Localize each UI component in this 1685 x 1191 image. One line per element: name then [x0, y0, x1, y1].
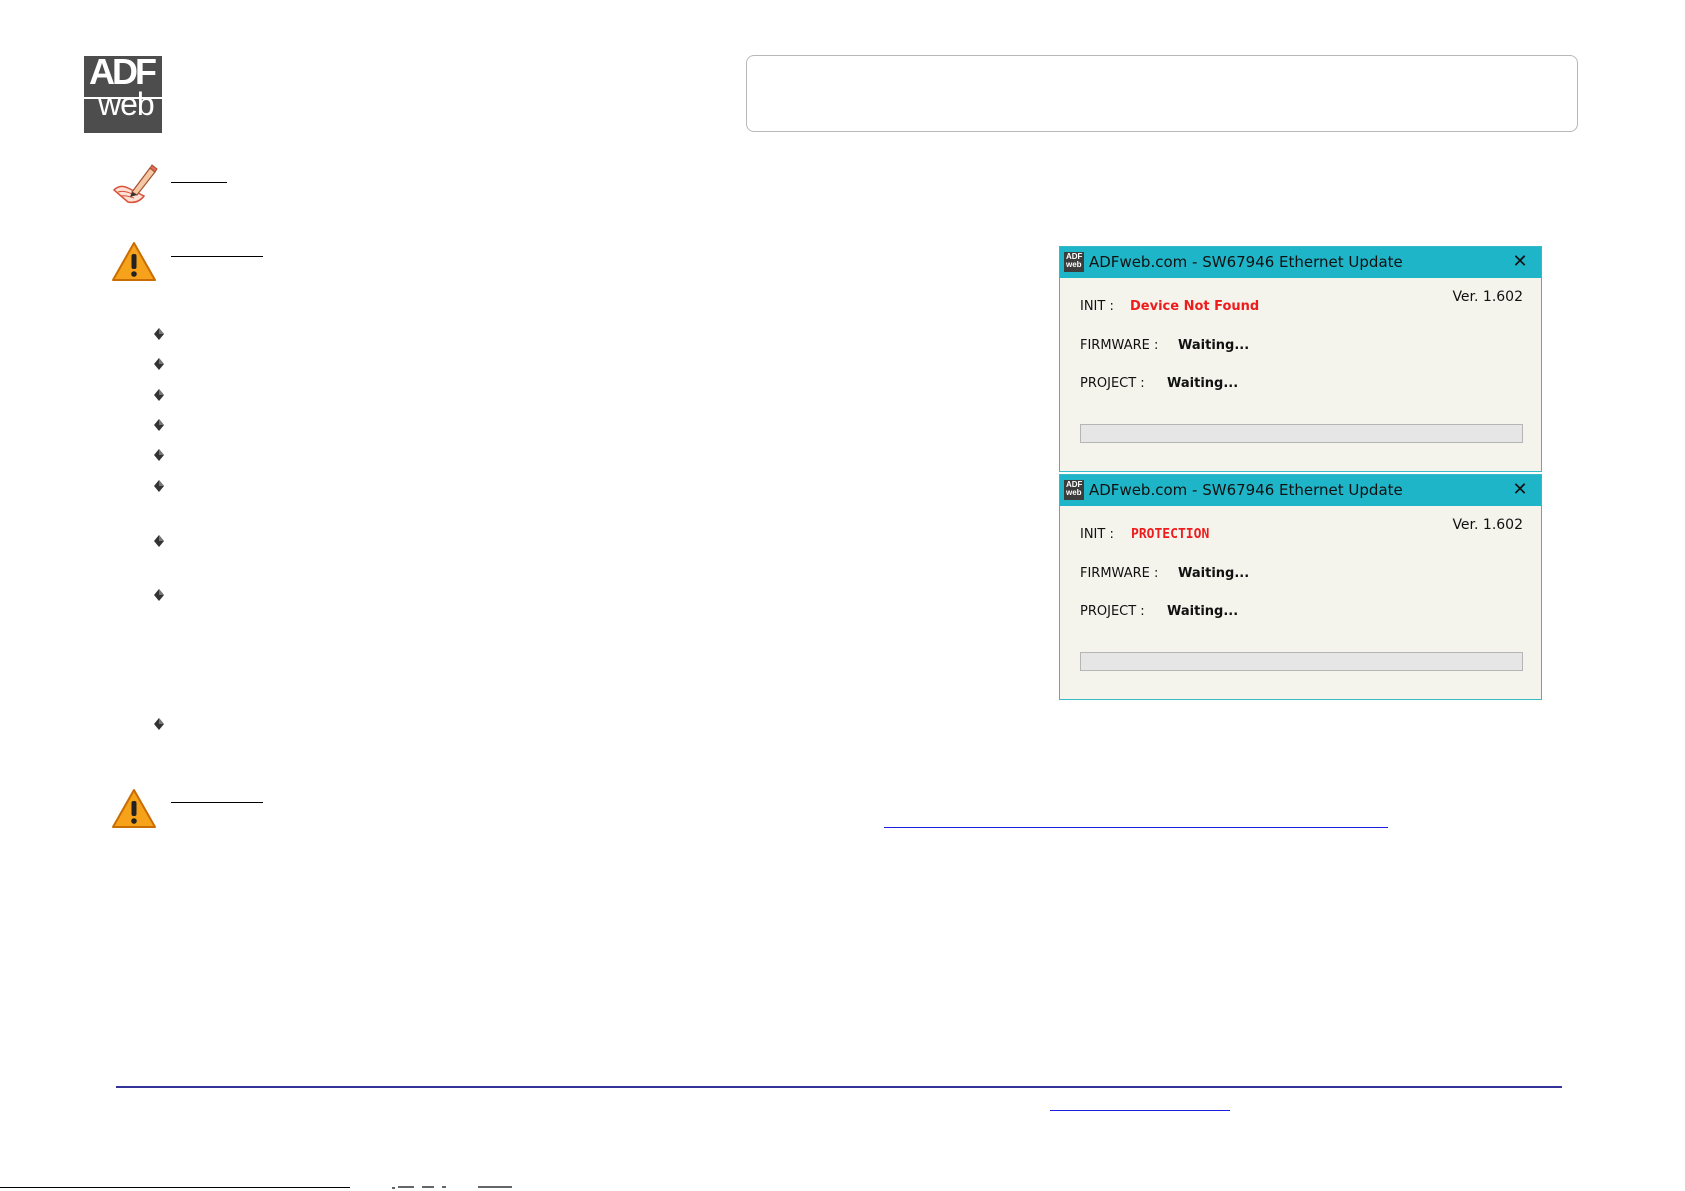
bottom-marks: [392, 1186, 512, 1189]
firmware-label: FIRMWARE :: [1080, 566, 1159, 581]
footer-rule: [116, 1086, 1562, 1088]
hyperlink-underline[interactable]: [884, 827, 1388, 828]
close-icon[interactable]: ✕: [1511, 481, 1529, 499]
dialog-titlebar: ADF web ADFweb.com - SW67946 Ethernet Up…: [1060, 475, 1541, 506]
logo-bottom-text: web: [98, 86, 155, 122]
diamond-bullet-icon: [154, 449, 164, 461]
note-heading-underline: [171, 182, 227, 183]
project-label: PROJECT :: [1080, 604, 1145, 619]
warning-heading-underline: [171, 802, 263, 803]
dialog-title: ADFweb.com - SW67946 Ethernet Update: [1089, 481, 1403, 499]
adfweb-app-icon: ADF web: [1064, 252, 1084, 272]
footer-link-underline[interactable]: [1050, 1110, 1230, 1111]
diamond-bullet-icon: [154, 419, 164, 431]
update-dialog-protection: ADF web ADFweb.com - SW67946 Ethernet Up…: [1059, 474, 1542, 700]
update-dialog-not-found: ADF web ADFweb.com - SW67946 Ethernet Up…: [1059, 246, 1542, 472]
init-label: INIT :: [1080, 299, 1114, 314]
init-status-value: PROTECTION: [1131, 527, 1210, 542]
diamond-bullet-icon: [154, 358, 164, 370]
adfweb-logo: ADF web: [84, 56, 162, 133]
warning-triangle-icon: [112, 242, 156, 281]
diamond-bullet-icon: [154, 389, 164, 401]
project-label: PROJECT :: [1080, 376, 1145, 391]
version-label: Ver. 1.602: [1452, 289, 1523, 305]
close-icon[interactable]: ✕: [1511, 253, 1529, 271]
diamond-bullet-icon: [154, 328, 164, 340]
firmware-label: FIRMWARE :: [1080, 338, 1159, 353]
update-progress-bar: [1080, 424, 1523, 443]
adfweb-app-icon: ADF web: [1064, 480, 1084, 500]
diamond-bullet-icon: [154, 589, 164, 601]
init-label: INIT :: [1080, 527, 1114, 542]
dialog-title: ADFweb.com - SW67946 Ethernet Update: [1089, 253, 1403, 271]
diamond-bullet-icon: [154, 480, 164, 492]
pencil-note-icon: [112, 164, 158, 204]
bottom-rule: [0, 1187, 350, 1188]
init-status-value: Device Not Found: [1130, 299, 1260, 314]
document-header-box: [746, 55, 1578, 132]
project-status-value: Waiting...: [1167, 376, 1239, 391]
firmware-status-value: Waiting...: [1178, 338, 1250, 353]
firmware-status-value: Waiting...: [1178, 566, 1250, 581]
warning-triangle-icon: [112, 789, 156, 828]
version-label: Ver. 1.602: [1452, 517, 1523, 533]
warning-heading-underline: [171, 256, 263, 257]
update-progress-bar: [1080, 652, 1523, 671]
diamond-bullet-icon: [154, 535, 164, 547]
project-status-value: Waiting...: [1167, 604, 1239, 619]
dialog-titlebar: ADF web ADFweb.com - SW67946 Ethernet Up…: [1060, 247, 1541, 278]
diamond-bullet-icon: [154, 718, 164, 730]
